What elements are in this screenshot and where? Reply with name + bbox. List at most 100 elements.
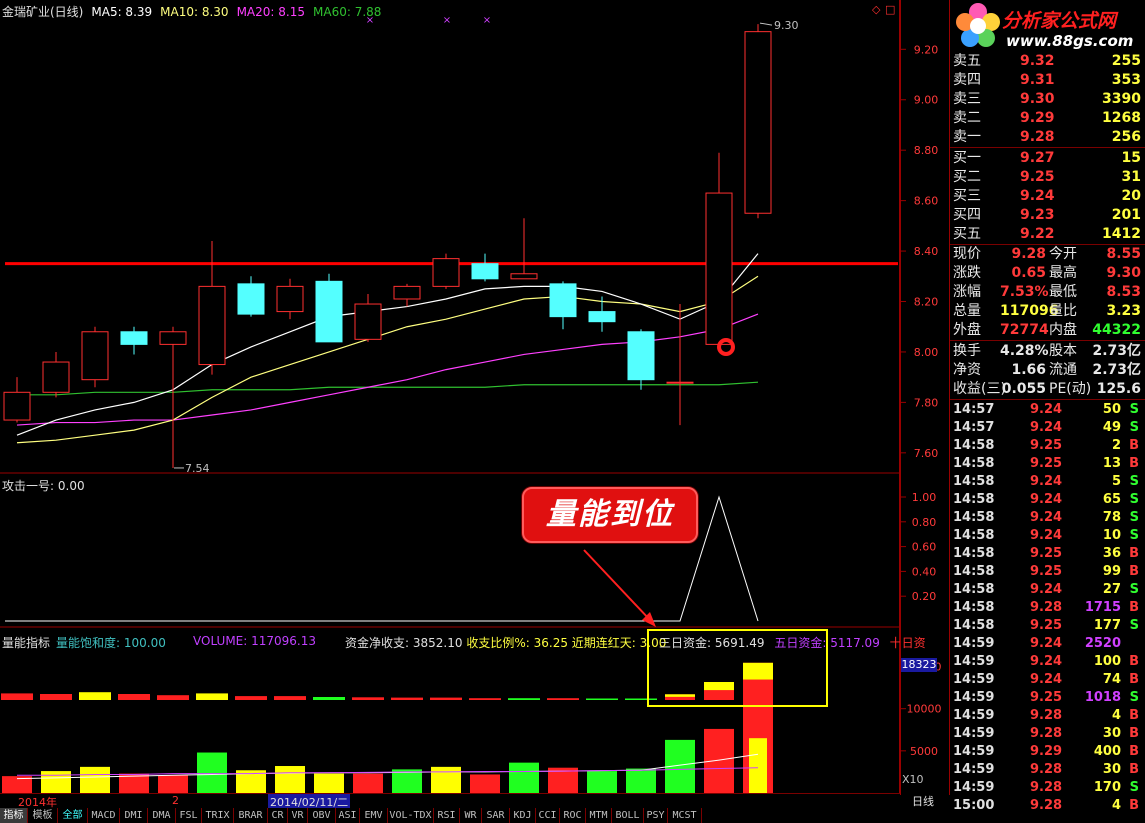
- fundamental-row-value-2: 125.6: [1096, 381, 1141, 397]
- tab-emv[interactable]: EMV: [360, 808, 388, 823]
- fundamental-row-value-1: 0.055: [1001, 381, 1046, 397]
- sell-level[interactable]: 卖三 9.30 3390: [950, 90, 1145, 109]
- tick-price: 9.28: [1030, 600, 1063, 615]
- sell-level-price: 9.30: [1020, 91, 1055, 107]
- tick-price: 9.24: [1030, 510, 1063, 525]
- tab-fsl[interactable]: FSL: [176, 808, 202, 823]
- tick-side: B: [1129, 762, 1139, 777]
- tick-volume: 27: [1102, 582, 1121, 597]
- sell-level-volume: 255: [1111, 53, 1141, 69]
- candle-body: [237, 283, 265, 315]
- quote-row-value-1: 7.53%: [1000, 284, 1049, 300]
- tab-asi[interactable]: ASI: [336, 808, 360, 823]
- tab-cci[interactable]: CCI: [536, 808, 560, 823]
- fundamental-row: 换手 4.28% 股本 2.73亿: [950, 342, 1145, 361]
- tab-全部[interactable]: 全部: [58, 808, 88, 823]
- tab-psy[interactable]: PSY: [644, 808, 668, 823]
- quote-row-label-1: 总量: [953, 303, 981, 319]
- tick-row: 14:59 9.28 30 B: [950, 725, 1145, 743]
- net-income-label: 资金净收支:: [345, 636, 410, 650]
- ratio-label: 收支比例%:: [466, 636, 530, 650]
- tab-rsi[interactable]: RSI: [434, 808, 460, 823]
- money-flow-legend: 资金净收支: 3852.10 收支比例%: 36.25 近期连红天: 3.00: [345, 634, 666, 651]
- signal-marker: ×: [443, 15, 451, 26]
- tick-side: S: [1129, 618, 1139, 633]
- sell-level[interactable]: 卖四 9.31 353: [950, 71, 1145, 90]
- buy-level[interactable]: 买五 9.22 1412: [950, 225, 1145, 244]
- tab-mcst[interactable]: MCST: [668, 808, 702, 823]
- sell-level-price: 9.28: [1020, 129, 1055, 145]
- ma60-line: [17, 381, 759, 396]
- sell-level[interactable]: 卖二 9.29 1268: [950, 109, 1145, 128]
- tick-row: 14:58 9.25 177 S: [950, 617, 1145, 635]
- tab-mtm[interactable]: MTM: [586, 808, 612, 823]
- sell-level[interactable]: 卖一 9.28 256: [950, 128, 1145, 147]
- candle-body: [42, 361, 70, 393]
- tick-time: 15:00: [953, 798, 995, 813]
- vol-tick-label: 5000: [910, 745, 938, 758]
- tab-sar[interactable]: SAR: [482, 808, 510, 823]
- candle-body: [471, 263, 499, 280]
- flow-bar: [391, 697, 423, 700]
- candle-body: [120, 331, 148, 345]
- tick-side: B: [1129, 798, 1139, 813]
- buy-level[interactable]: 买二 9.25 31: [950, 168, 1145, 187]
- tab-macd[interactable]: MACD: [88, 808, 120, 823]
- tab-wr[interactable]: WR: [460, 808, 482, 823]
- chart-area[interactable]: 9.30 7.54 × × × 金瑞矿业(日线) MA5: 8.39 MA10: 8.30 M…: [0, 0, 926, 810]
- logo[interactable]: 分析家公式网 www.88gs.com: [950, 0, 1145, 52]
- tab-vr[interactable]: VR: [288, 808, 308, 823]
- quote-row-label-2: 今开: [1049, 246, 1077, 262]
- tick-time: 14:59: [953, 654, 995, 669]
- tick-time: 14:57: [953, 402, 995, 417]
- buy-level-price: 9.22: [1020, 226, 1055, 242]
- tab-dmi[interactable]: DMI: [120, 808, 148, 823]
- tab-kdj[interactable]: KDJ: [510, 808, 536, 823]
- tick-side: S: [1129, 474, 1139, 489]
- tab-roc[interactable]: ROC: [560, 808, 586, 823]
- tick-volume: 49: [1102, 420, 1121, 435]
- buy-level[interactable]: 买三 9.24 20: [950, 187, 1145, 206]
- buy-level[interactable]: 买一 9.27 15: [950, 149, 1145, 168]
- period-label[interactable]: 日线: [912, 793, 934, 809]
- tick-volume: 99: [1102, 564, 1121, 579]
- sell-level[interactable]: 卖五 9.32 255: [950, 52, 1145, 71]
- tab-vol-tdx[interactable]: VOL-TDX: [388, 808, 434, 823]
- flow-bar: [313, 697, 345, 700]
- signal-marker: ×: [483, 15, 491, 26]
- tick-row: 14:59 9.25 1018 S: [950, 689, 1145, 707]
- diamond-icon[interactable]: ◇: [872, 3, 880, 16]
- tick-volume: 1018: [1084, 690, 1121, 705]
- quote-row: 总量 117096 量比 3.23: [950, 302, 1145, 321]
- sell-level-price: 9.29: [1020, 110, 1055, 126]
- tab-指标[interactable]: 指标: [0, 808, 28, 823]
- buy-level-volume: 201: [1111, 207, 1141, 223]
- tab-cr[interactable]: CR: [268, 808, 288, 823]
- fundamental-row-value-1: 4.28%: [1000, 343, 1049, 359]
- tick-row: 14:59 9.28 4 B: [950, 707, 1145, 725]
- tick-side: S: [1129, 402, 1139, 417]
- ind1-tick-label: 1.00: [912, 491, 937, 504]
- tick-row: 14:59 9.28 30 B: [950, 761, 1145, 779]
- price-tick-label: 8.00: [914, 346, 939, 359]
- quote-row-value-2: 9.30: [1106, 265, 1141, 281]
- tick-volume: 78: [1102, 510, 1121, 525]
- tick-row: 14:58 9.24 10 S: [950, 527, 1145, 545]
- tick-price: 9.25: [1030, 546, 1063, 561]
- tick-volume: 65: [1102, 492, 1121, 507]
- square-icon[interactable]: □: [885, 3, 895, 16]
- volume-bar: [509, 762, 539, 793]
- tab-obv[interactable]: OBV: [308, 808, 336, 823]
- tab-trix[interactable]: TRIX: [202, 808, 234, 823]
- fundamental-row-label-2: 流通: [1049, 362, 1077, 378]
- fundamental-row-value-2: 2.73亿: [1092, 343, 1141, 359]
- fundamental-row: 净资 1.66 流通 2.73亿: [950, 361, 1145, 380]
- tick-volume: 100: [1093, 654, 1121, 669]
- tab-dma[interactable]: DMA: [148, 808, 176, 823]
- buy-level[interactable]: 买四 9.23 201: [950, 206, 1145, 225]
- tab-模板[interactable]: 模板: [28, 808, 58, 823]
- tick-row: 14:58 9.24 78 S: [950, 509, 1145, 527]
- tab-brar[interactable]: BRAR: [234, 808, 268, 823]
- tick-time: 14:59: [953, 708, 995, 723]
- tab-boll[interactable]: BOLL: [612, 808, 644, 823]
